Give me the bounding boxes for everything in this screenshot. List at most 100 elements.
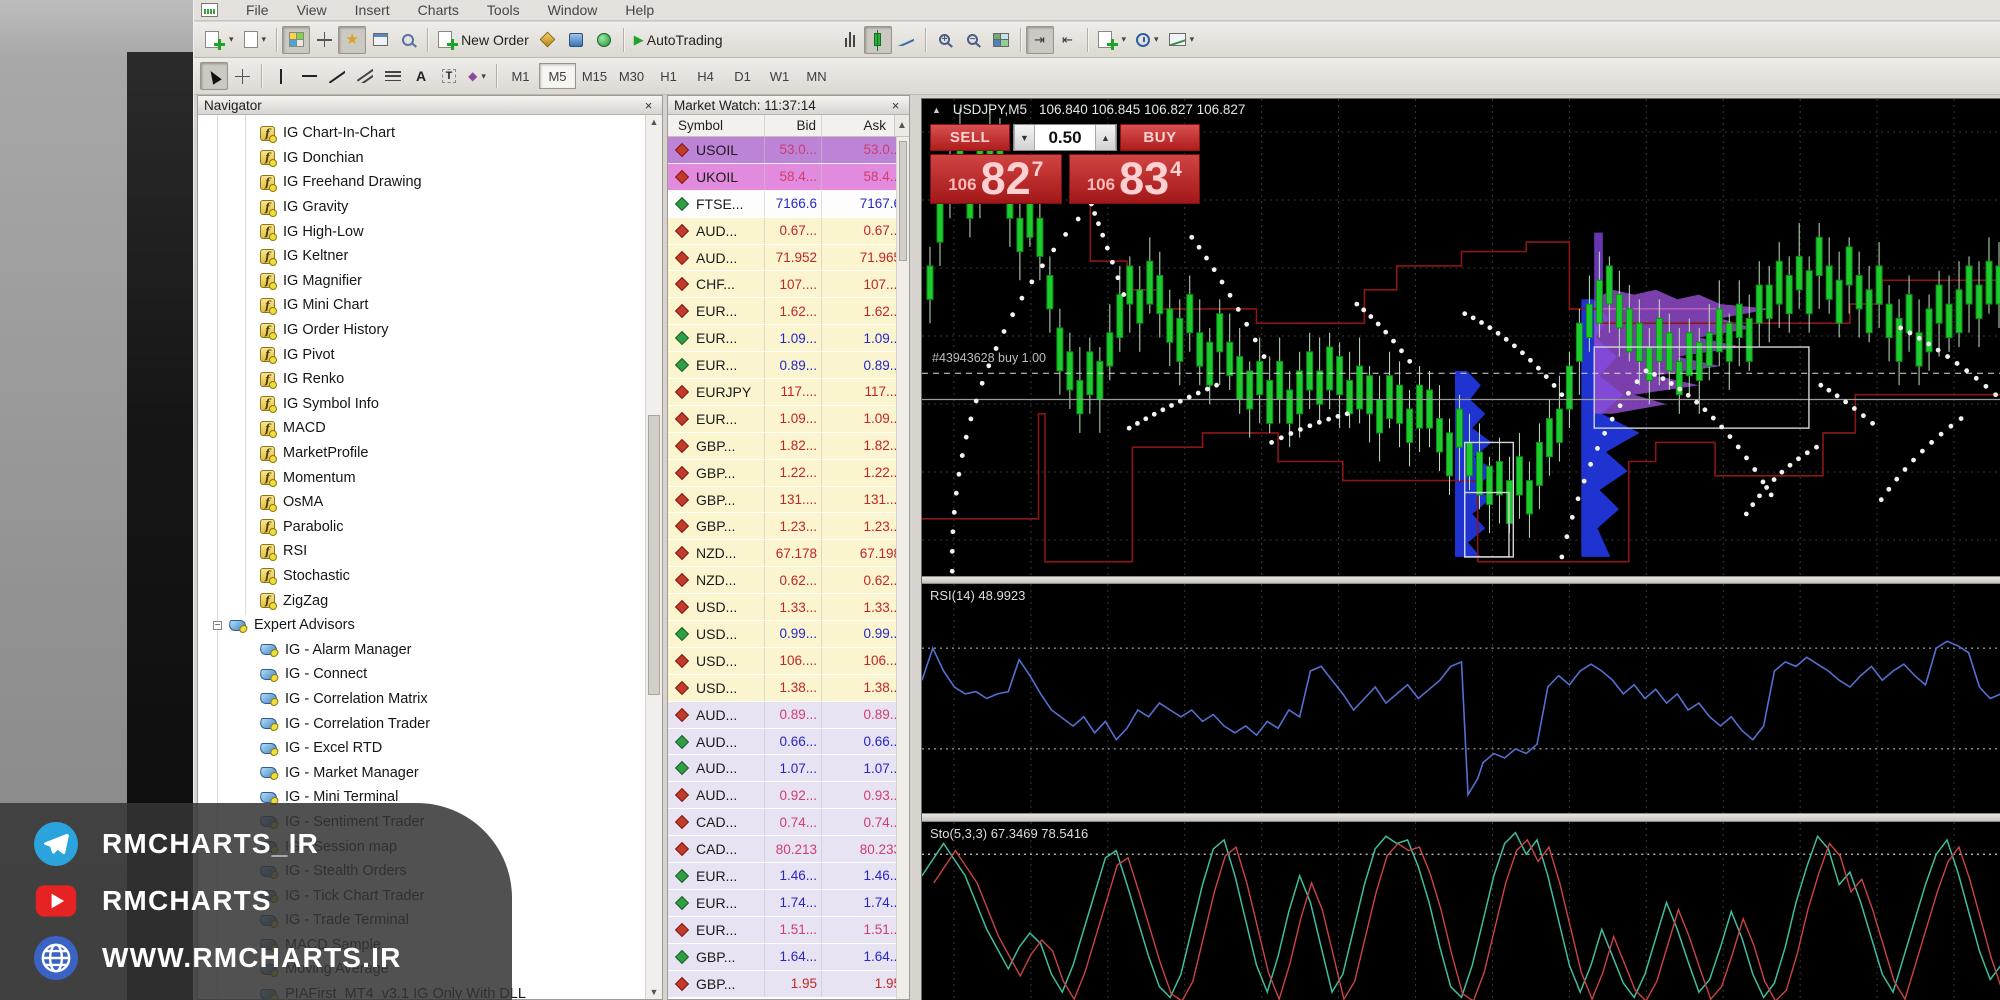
market-watch-toggle-button[interactable]: [282, 26, 310, 54]
market-watch-row-AUD[interactable]: AUD...71.95271.965: [668, 245, 909, 272]
market-watch-row-EUR[interactable]: EUR...1.09...1.09...: [668, 325, 909, 352]
scroll-up-icon[interactable]: ▲: [894, 115, 909, 136]
navigator-item-indicator[interactable]: fIG Chart-In-Chart: [198, 121, 645, 146]
market-watch-row-GBP[interactable]: GBP...1.22...1.22...: [668, 460, 909, 487]
trendline-tool-button[interactable]: [323, 62, 351, 90]
vertical-line-tool-button[interactable]: [267, 62, 295, 90]
timeframe-button-m30[interactable]: M30: [613, 63, 650, 89]
market-watch-row-USD[interactable]: USD...106....106....: [668, 648, 909, 675]
bar-chart-button[interactable]: [836, 26, 864, 54]
close-icon[interactable]: ×: [888, 98, 903, 113]
market-watch-row-EUR[interactable]: EUR...1.09...1.09...: [668, 406, 909, 433]
menu-item-charts[interactable]: Charts: [404, 0, 473, 20]
cursor-tool-button[interactable]: [200, 62, 228, 90]
timeframe-button-d1[interactable]: D1: [724, 63, 761, 89]
line-chart-button[interactable]: [892, 26, 920, 54]
new-order-button[interactable]: New Order: [433, 26, 534, 54]
market-watch-row-USD[interactable]: USD...1.38...1.38...: [668, 675, 909, 702]
pane-splitter[interactable]: [922, 576, 2000, 584]
community-button[interactable]: [590, 26, 618, 54]
market-watch-row-EUR[interactable]: EUR...0.89...0.89...: [668, 352, 909, 379]
navigator-item-indicator[interactable]: fIG Gravity: [198, 195, 645, 220]
chart-shift-button[interactable]: ⇤: [1054, 26, 1082, 54]
volume-stepper[interactable]: ▼ 0.50 ▲: [1013, 124, 1117, 151]
navigator-item-expert[interactable]: IG - Excel RTD: [198, 736, 645, 761]
market-watch-row-USD[interactable]: USD...1.33...1.33...: [668, 594, 909, 621]
navigator-item-expert[interactable]: IG - Market Manager: [198, 760, 645, 785]
navigator-item-expert[interactable]: IG - Correlation Trader: [198, 711, 645, 736]
strategy-tester-button[interactable]: [394, 26, 422, 54]
navigator-item-indicator[interactable]: fStochastic: [198, 564, 645, 589]
timeframe-button-h4[interactable]: H4: [687, 63, 724, 89]
menu-item-insert[interactable]: Insert: [341, 0, 404, 20]
navigator-item-expert[interactable]: IG - Correlation Matrix: [198, 687, 645, 712]
navigator-item-indicator[interactable]: fIG High-Low: [198, 219, 645, 244]
volume-value[interactable]: 0.50: [1035, 125, 1095, 150]
market-watch-row-GBP[interactable]: GBP...1.951.95: [668, 971, 909, 998]
timeframe-button-m1[interactable]: M1: [502, 63, 539, 89]
market-watch-row-UKOIL[interactable]: UKOIL58.4...58.4...: [668, 164, 909, 191]
tile-windows-button[interactable]: [987, 26, 1015, 54]
zoom-in-button[interactable]: +: [931, 26, 959, 54]
timeframe-button-h1[interactable]: H1: [650, 63, 687, 89]
market-watch-row-AUD[interactable]: AUD...1.07...1.07...: [668, 755, 909, 782]
market-watch-row-FTSE[interactable]: FTSE...7166.67167.6: [668, 191, 909, 218]
pane-splitter[interactable]: [922, 813, 2000, 822]
navigator-item-indicator[interactable]: fOsMA: [198, 490, 645, 515]
indicators-button[interactable]: ▾: [1093, 26, 1132, 54]
column-header-bid[interactable]: Bid: [765, 115, 822, 136]
navigator-item-expert[interactable]: IG - Alarm Manager: [198, 637, 645, 662]
market-watch-row-EUR[interactable]: EUR...1.46...1.46...: [668, 863, 909, 890]
navigator-item-indicator[interactable]: fIG Freehand Drawing: [198, 170, 645, 195]
scrollbar-thumb[interactable]: [648, 415, 660, 695]
market-watch-row-GBP[interactable]: GBP...1.64...1.64...: [668, 944, 909, 971]
navigator-item-indicator[interactable]: fMACD: [198, 416, 645, 441]
auto-scroll-button[interactable]: ⇥: [1026, 26, 1054, 54]
volume-decrease-button[interactable]: ▼: [1014, 125, 1035, 150]
close-icon[interactable]: ×: [641, 98, 656, 113]
navigator-item-indicator[interactable]: fIG Mini Chart: [198, 293, 645, 318]
menu-item-help[interactable]: Help: [611, 0, 668, 20]
market-watch-row-NZD[interactable]: NZD...67.17867.198: [668, 540, 909, 567]
navigator-item-indicator[interactable]: fIG Renko: [198, 367, 645, 392]
data-window-button[interactable]: [310, 26, 338, 54]
arrows-tool-button[interactable]: ◆▾: [463, 62, 491, 90]
buy-price-box[interactable]: 106834: [1069, 154, 1201, 204]
navigator-item-indicator[interactable]: fIG Magnifier: [198, 269, 645, 294]
sell-button[interactable]: SELL: [930, 124, 1010, 151]
navigator-item-indicator[interactable]: fZigZag: [198, 588, 645, 613]
market-watch-row-CAD[interactable]: CAD...0.74...0.74...: [668, 809, 909, 836]
collapse-arrow-icon[interactable]: ▲: [932, 105, 941, 115]
market-watch-row-AUD[interactable]: AUD...0.89...0.89...: [668, 702, 909, 729]
sell-price-box[interactable]: 106827: [930, 154, 1062, 204]
navigator-item-indicator[interactable]: fRSI: [198, 539, 645, 564]
market-watch-row-AUD[interactable]: AUD...0.66...0.66...: [668, 729, 909, 756]
expert-advisors-button[interactable]: [534, 26, 562, 54]
crosshair-tool-button[interactable]: [228, 62, 256, 90]
market-watch-row-EURJPY[interactable]: EURJPY117....117....: [668, 379, 909, 406]
menu-item-file[interactable]: File: [232, 0, 283, 20]
navigator-item-indicator[interactable]: fIG Pivot: [198, 342, 645, 367]
buy-button[interactable]: BUY: [1120, 124, 1200, 151]
scroll-down-icon[interactable]: ▼: [646, 987, 662, 997]
volume-increase-button[interactable]: ▲: [1095, 125, 1116, 150]
market-watch-row-AUD[interactable]: AUD...0.67...0.67...: [668, 218, 909, 245]
market-watch-row-AUD[interactable]: AUD...0.92...0.93...: [668, 782, 909, 809]
navigator-scrollbar[interactable]: ▲ ▼: [645, 115, 662, 999]
market-watch-row-EUR[interactable]: EUR...1.74...1.74...: [668, 890, 909, 917]
timeframe-button-mn[interactable]: MN: [798, 63, 835, 89]
market-watch-row-GBP[interactable]: GBP...131....131....: [668, 487, 909, 514]
autotrading-button[interactable]: ▶AutoTrading: [629, 26, 728, 54]
column-header-ask[interactable]: Ask: [822, 115, 894, 136]
label-tool-button[interactable]: T: [435, 62, 463, 90]
candlestick-chart-button[interactable]: [864, 26, 892, 54]
navigator-item-indicator[interactable]: fIG Symbol Info: [198, 392, 645, 417]
navigator-item-indicator[interactable]: fIG Donchian: [198, 146, 645, 171]
horizontal-line-tool-button[interactable]: [295, 62, 323, 90]
menu-item-window[interactable]: Window: [534, 0, 612, 20]
scroll-up-icon[interactable]: ▲: [646, 117, 662, 127]
scrollbar-thumb[interactable]: [899, 141, 907, 261]
timeframe-button-m5[interactable]: M5: [539, 63, 576, 89]
menu-item-view[interactable]: View: [283, 0, 341, 20]
templates-button[interactable]: ▾: [1164, 26, 1200, 54]
